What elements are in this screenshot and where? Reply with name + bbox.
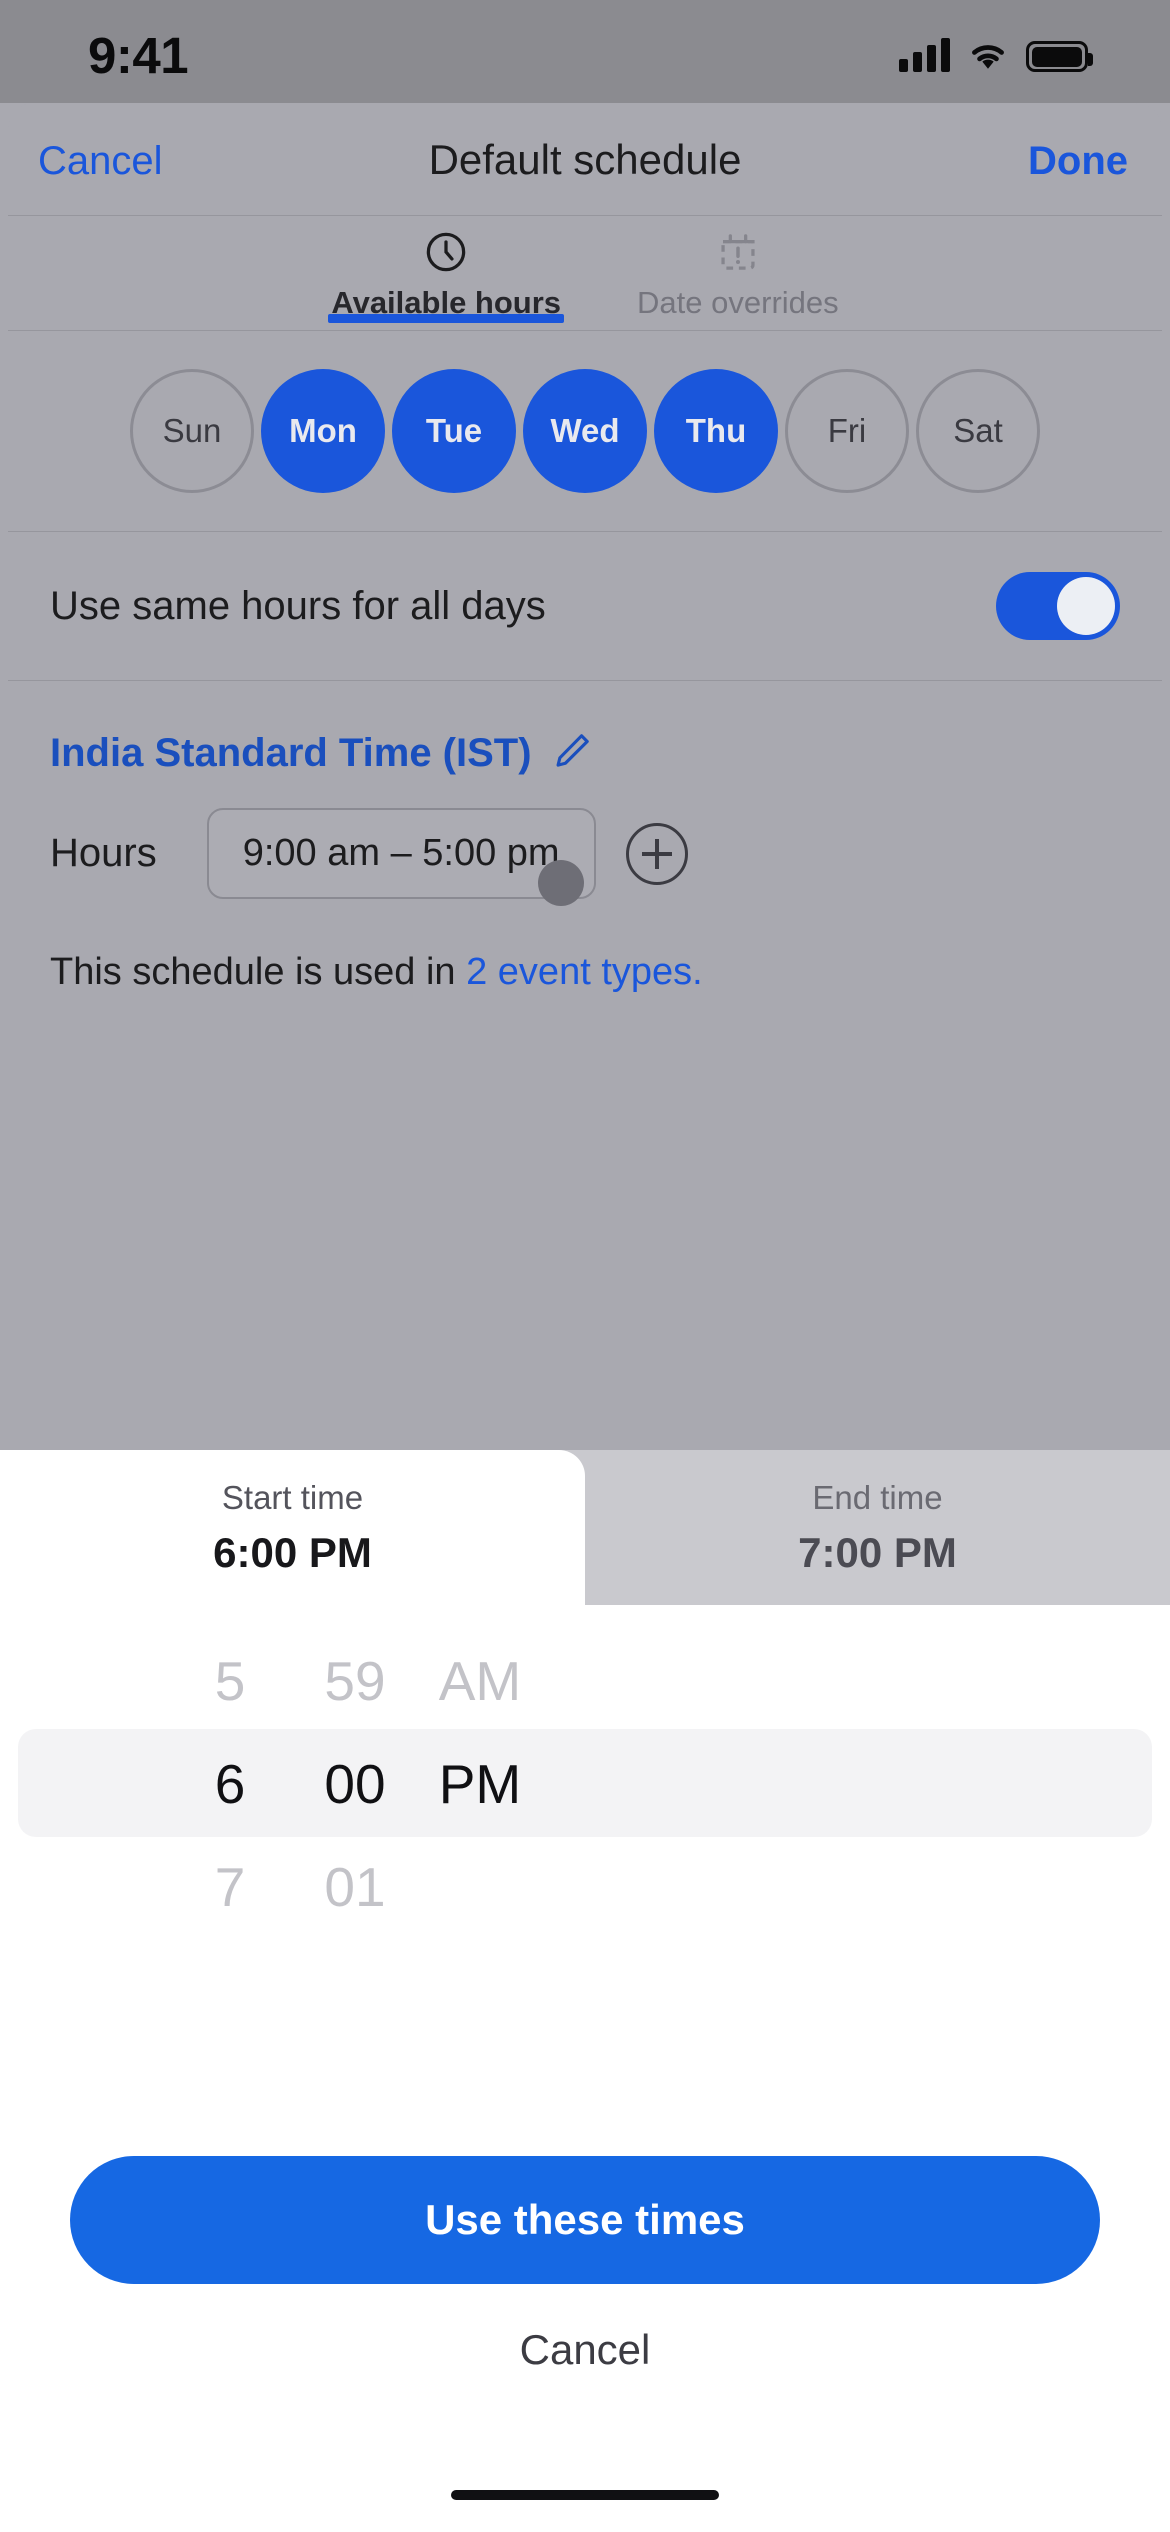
day-toggle-wed[interactable]: Wed [523, 369, 647, 493]
status-bar-icons [899, 30, 1093, 72]
day-selector: Sun Mon Tue Wed Thu Fri Sat [8, 331, 1162, 531]
day-toggle-sun[interactable]: Sun [130, 369, 254, 493]
timezone-row[interactable]: India Standard Time (IST) [8, 681, 1162, 778]
same-hours-label: Use same hours for all days [50, 583, 546, 628]
wifi-icon [972, 45, 1004, 69]
same-hours-row: Use same hours for all days [8, 532, 1162, 680]
day-label: Sat [953, 412, 1003, 449]
day-label: Sun [162, 412, 222, 449]
hour-option-above[interactable]: 5 [215, 1630, 246, 1733]
period-option-above[interactable]: AM [439, 1630, 522, 1733]
period-option-selected[interactable]: PM [439, 1733, 522, 1836]
clock-icon [423, 228, 469, 276]
hour-option-selected[interactable]: 6 [215, 1733, 246, 1836]
usage-note-text: This schedule is used in [50, 951, 467, 993]
tab-start-time[interactable]: Start time 6:00 PM [0, 1450, 585, 1605]
touch-indicator [538, 860, 584, 906]
done-button[interactable]: Done [1028, 139, 1128, 184]
schedule-usage-note: This schedule is used in 2 event types. [8, 899, 1162, 994]
status-bar-time: 9:41 [88, 27, 189, 84]
event-types-link[interactable]: 2 event types. [466, 951, 703, 993]
calendar-alert-icon [715, 228, 761, 276]
same-hours-toggle[interactable] [996, 572, 1120, 640]
hours-row: Hours 9:00 am – 5:00 pm [8, 778, 1162, 899]
hour-option-below[interactable]: 7 [215, 1836, 246, 1939]
sheet-header: Cancel Default schedule Done [8, 103, 1162, 215]
picker-cancel-button[interactable]: Cancel [0, 2326, 1170, 2374]
timezone-label: India Standard Time (IST) [50, 731, 532, 775]
day-toggle-tue[interactable]: Tue [392, 369, 516, 493]
active-tab-indicator [328, 314, 565, 323]
battery-icon [1026, 41, 1093, 72]
cellular-signal-icon [899, 38, 950, 72]
day-toggle-mon[interactable]: Mon [261, 369, 385, 493]
day-label: Mon [289, 412, 357, 449]
time-picker-tabs: Start time 6:00 PM End time 7:00 PM [0, 1450, 1170, 1605]
day-label: Thu [685, 412, 747, 449]
tab-end-time[interactable]: End time 7:00 PM [585, 1450, 1170, 1605]
start-time-label: Start time [221, 1478, 364, 1516]
tab-bar: Available hours Date overrides [8, 216, 1162, 330]
tab-date-overrides[interactable]: Date overrides [637, 228, 839, 321]
time-picker-modal: Start time 6:00 PM End time 7:00 PM 5 6 … [0, 1450, 1170, 2532]
period-wheel[interactable]: AM PM [370, 1629, 590, 1939]
tab-available-hours[interactable]: Available hours [328, 228, 565, 323]
use-these-times-button[interactable]: Use these times [70, 2156, 1100, 2284]
tab-date-overrides-label: Date overrides [637, 285, 839, 320]
status-bar: 9:41 [0, 0, 1170, 103]
start-time-value: 6:00 PM [213, 1528, 372, 1576]
home-indicator [451, 2490, 719, 2500]
day-label: Wed [550, 412, 620, 449]
day-label: Tue [425, 412, 483, 449]
plus-circle-icon[interactable] [625, 822, 688, 885]
pencil-icon[interactable] [550, 729, 594, 778]
day-toggle-fri[interactable]: Fri [785, 369, 909, 493]
end-time-label: End time [812, 1478, 943, 1516]
hours-label: Hours [50, 831, 157, 875]
day-toggle-thu[interactable]: Thu [654, 369, 778, 493]
default-schedule-sheet: Cancel Default schedule Done Available h… [8, 103, 1162, 1443]
page-title: Default schedule [428, 136, 742, 183]
day-label: Fri [827, 412, 867, 449]
time-wheel-picker[interactable]: 5 6 7 59 00 01 AM PM [0, 1629, 1170, 1939]
end-time-value: 7:00 PM [798, 1528, 957, 1576]
day-toggle-sat[interactable]: Sat [916, 369, 1040, 493]
